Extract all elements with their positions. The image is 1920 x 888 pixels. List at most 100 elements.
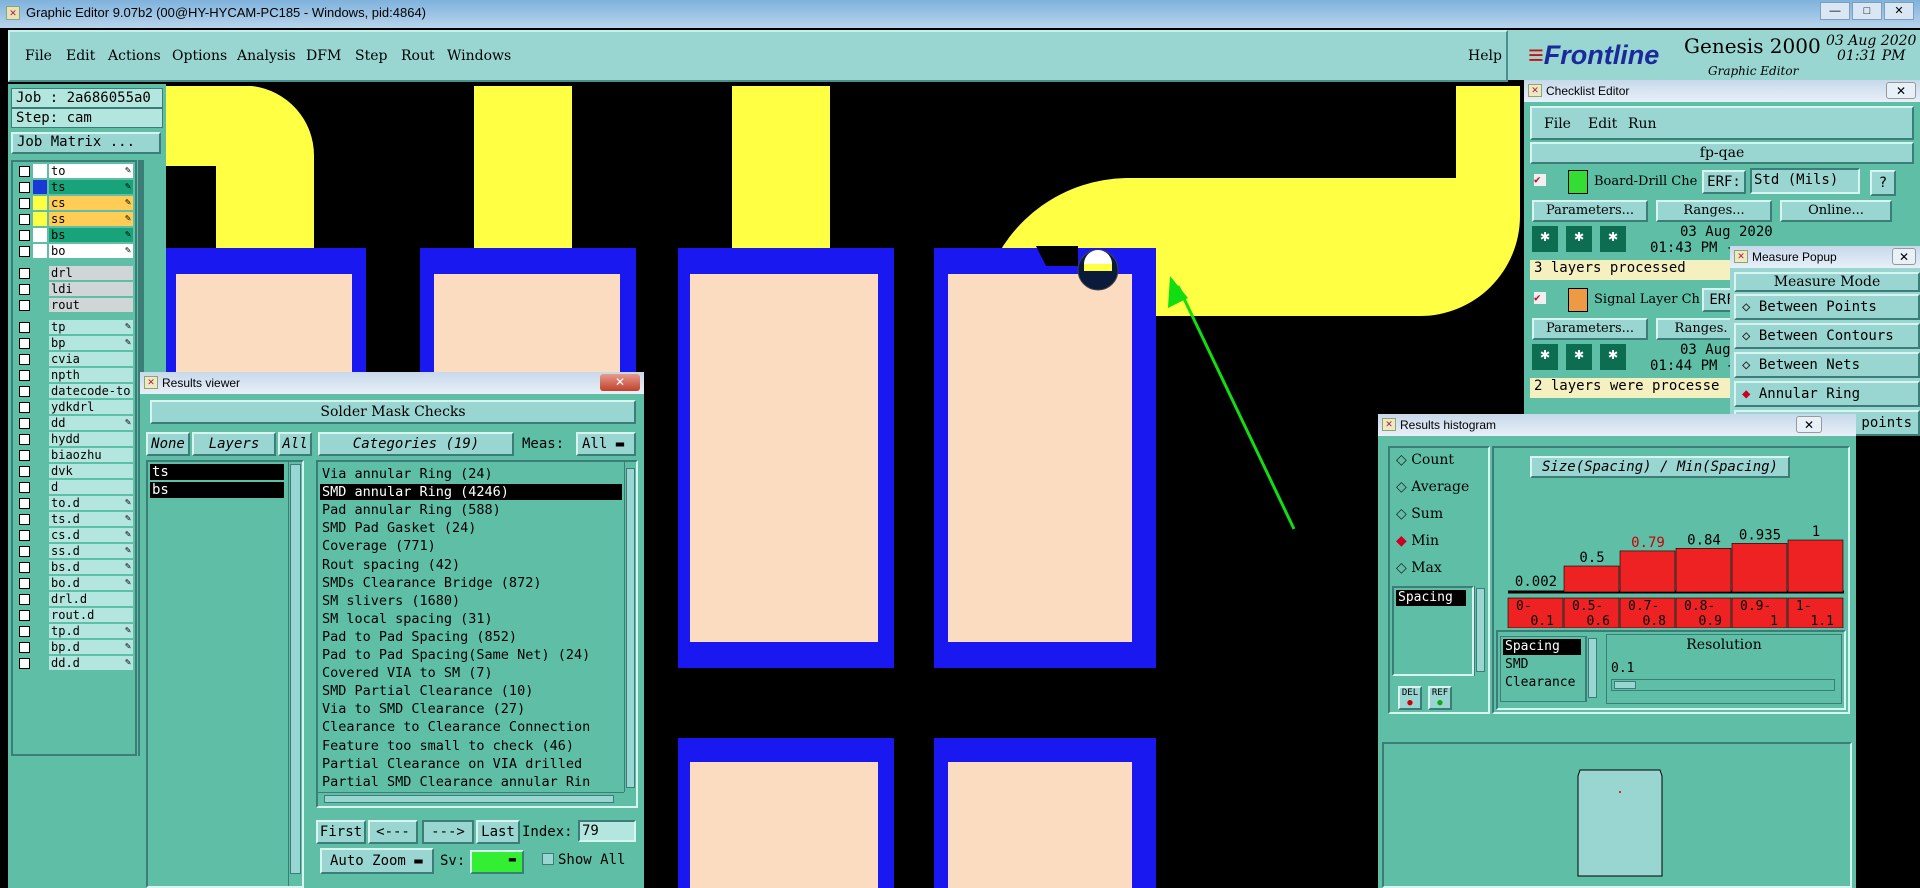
field-list-item[interactable]: Spacing: [1396, 590, 1466, 606]
layer-list-scrollbar[interactable]: [288, 462, 302, 886]
histogram-mode-option[interactable]: ◇ Sum: [1396, 506, 1443, 522]
menu-analysis[interactable]: Analysis: [237, 48, 296, 64]
layer-row-tp-d[interactable]: tp.d ✎: [17, 624, 135, 638]
category-item[interactable]: SMD annular Ring (4246): [320, 484, 622, 501]
layer-row-rout[interactable]: rout: [17, 298, 135, 312]
help-icon[interactable]: ?: [1870, 170, 1896, 196]
layer-result-item[interactable]: bs: [150, 482, 284, 498]
layer-checkbox[interactable]: [19, 514, 30, 525]
layer-row-bo-d[interactable]: bo.d ✎: [17, 576, 135, 590]
menu-rout[interactable]: Rout: [401, 48, 435, 64]
layer-row-dvk[interactable]: dvk: [17, 464, 135, 478]
histogram-mode-option[interactable]: ◇ Count: [1396, 452, 1454, 468]
layer-name[interactable]: ts ✎: [49, 180, 133, 194]
layer-checkbox[interactable]: [19, 610, 30, 621]
layer-row-dd[interactable]: dd ✎: [17, 416, 135, 430]
measure-option[interactable]: ◇ Between Points: [1734, 294, 1920, 320]
layer-name[interactable]: tp ✎: [49, 320, 133, 334]
layer-checkbox[interactable]: [19, 338, 30, 349]
run-icon[interactable]: ✱: [1600, 226, 1626, 252]
histogram-bar[interactable]: [1731, 543, 1788, 593]
layer-checkbox[interactable]: [19, 354, 30, 365]
layer-row-cvia[interactable]: cvia: [17, 352, 135, 366]
category-item[interactable]: Pad to Pad Spacing(Same Net) (24): [320, 647, 622, 663]
menu-edit[interactable]: Edit: [66, 48, 95, 64]
layer-row-bp-d[interactable]: bp.d ✎: [17, 640, 135, 654]
histogram-type-item[interactable]: Clearance: [1503, 675, 1575, 691]
layer-checkbox[interactable]: [19, 166, 30, 177]
layer-name[interactable]: datecode-to: [49, 384, 133, 398]
run-icon[interactable]: ✱: [1600, 344, 1626, 370]
layer-name[interactable]: ts.d ✎: [49, 512, 133, 526]
layer-row-ydkdrl[interactable]: ydkdrl: [17, 400, 135, 414]
layer-name[interactable]: cs.d ✎: [49, 528, 133, 542]
layer-checkbox[interactable]: [19, 466, 30, 477]
layer-checkbox[interactable]: [19, 284, 30, 295]
category-item[interactable]: SM slivers (1680): [320, 593, 622, 609]
close-icon[interactable]: ✕: [600, 374, 640, 391]
layer-row-ts[interactable]: ts ✎: [17, 180, 135, 194]
category-item[interactable]: SMD Pad Gasket (24): [320, 520, 622, 536]
layer-checkbox[interactable]: [19, 578, 30, 589]
layer-row-dd-d[interactable]: dd.d ✎: [17, 656, 135, 670]
check-icon[interactable]: ✔: [1534, 292, 1546, 304]
layer-row-bs-d[interactable]: bs.d ✎: [17, 560, 135, 574]
auto-zoom-dropdown[interactable]: Auto Zoom ▬: [320, 848, 434, 874]
category-item[interactable]: Via annular Ring (24): [320, 466, 622, 482]
field-list-scrollbar[interactable]: [1474, 586, 1486, 676]
layer-name[interactable]: to ✎: [49, 164, 133, 178]
job-matrix-button[interactable]: Job Matrix ...: [11, 132, 161, 154]
category-item[interactable]: Feature too small to check (46): [320, 738, 622, 754]
layer-name[interactable]: bo ✎: [49, 244, 133, 258]
run-icon[interactable]: ✱: [1532, 344, 1558, 370]
category-item[interactable]: SMDs Clearance Bridge (872): [320, 575, 622, 591]
checklist-titlebar[interactable]: ✕ Checklist Editor ✕: [1524, 80, 1920, 102]
layer-row-ldi[interactable]: ldi: [17, 282, 135, 296]
layer-checkbox[interactable]: [19, 182, 30, 193]
close-icon[interactable]: ✕: [1886, 82, 1916, 99]
layer-results-list[interactable]: ts bs: [146, 460, 304, 888]
category-hscrollbar[interactable]: [318, 792, 624, 806]
layer-name[interactable]: dd ✎: [49, 416, 133, 430]
check-icon[interactable]: ✔: [1534, 174, 1546, 186]
layer-checkbox[interactable]: [19, 530, 30, 541]
layer-row-ss[interactable]: ss ✎: [17, 212, 135, 226]
histogram-titlebar[interactable]: ✕ Results histogram ✕: [1378, 414, 1856, 436]
layer-name[interactable]: ldi: [49, 282, 133, 296]
erf-value[interactable]: Std (Mils): [1750, 168, 1860, 194]
category-item[interactable]: Partial Clearance on VIA drilled: [320, 756, 622, 772]
category-item[interactable]: SMD Partial Clearance (10): [320, 683, 622, 699]
layer-name[interactable]: bs ✎: [49, 228, 133, 242]
index-input[interactable]: 79: [578, 820, 636, 842]
layer-name[interactable]: drl: [49, 266, 133, 280]
resolution-slider[interactable]: [1611, 679, 1835, 691]
histogram-bar[interactable]: [1675, 548, 1732, 593]
layer-row-tp[interactable]: tp ✎: [17, 320, 135, 334]
layer-name[interactable]: biaozhu: [49, 448, 133, 462]
layer-row-rout-d[interactable]: rout.d: [17, 608, 135, 622]
layer-name[interactable]: hydd: [49, 432, 133, 446]
histogram-bar[interactable]: [1619, 550, 1676, 593]
measure-option[interactable]: ◆ Annular Ring: [1734, 381, 1920, 407]
layer-checkbox[interactable]: [19, 370, 30, 381]
layer-row-drl-d[interactable]: drl.d: [17, 592, 135, 606]
category-item[interactable]: Coverage (771): [320, 538, 622, 554]
category-item[interactable]: Rout spacing (42): [320, 557, 622, 573]
parameters-button[interactable]: Parameters...: [1532, 200, 1648, 222]
layer-name[interactable]: dvk: [49, 464, 133, 478]
layer-name[interactable]: bs.d ✎: [49, 560, 133, 574]
layer-row-d[interactable]: d: [17, 480, 135, 494]
prev-button[interactable]: <---: [368, 820, 418, 844]
category-item[interactable]: Covered VIA to SM (7): [320, 665, 622, 681]
layer-checkbox[interactable]: [19, 322, 30, 333]
layer-checkbox[interactable]: [19, 268, 30, 279]
layers-button[interactable]: Layers: [192, 432, 276, 456]
histogram-mode-option[interactable]: ◇ Average: [1396, 479, 1469, 495]
menu-options[interactable]: Options: [172, 48, 227, 64]
layer-row-hydd[interactable]: hydd: [17, 432, 135, 446]
histogram-type-item[interactable]: SMD: [1503, 657, 1528, 673]
layer-checkbox[interactable]: [19, 230, 30, 241]
run-icon[interactable]: ✱: [1566, 344, 1592, 370]
category-item[interactable]: Pad to Pad Spacing (852): [320, 629, 622, 645]
category-item[interactable]: Clearance to Clearance Connection: [320, 719, 622, 735]
